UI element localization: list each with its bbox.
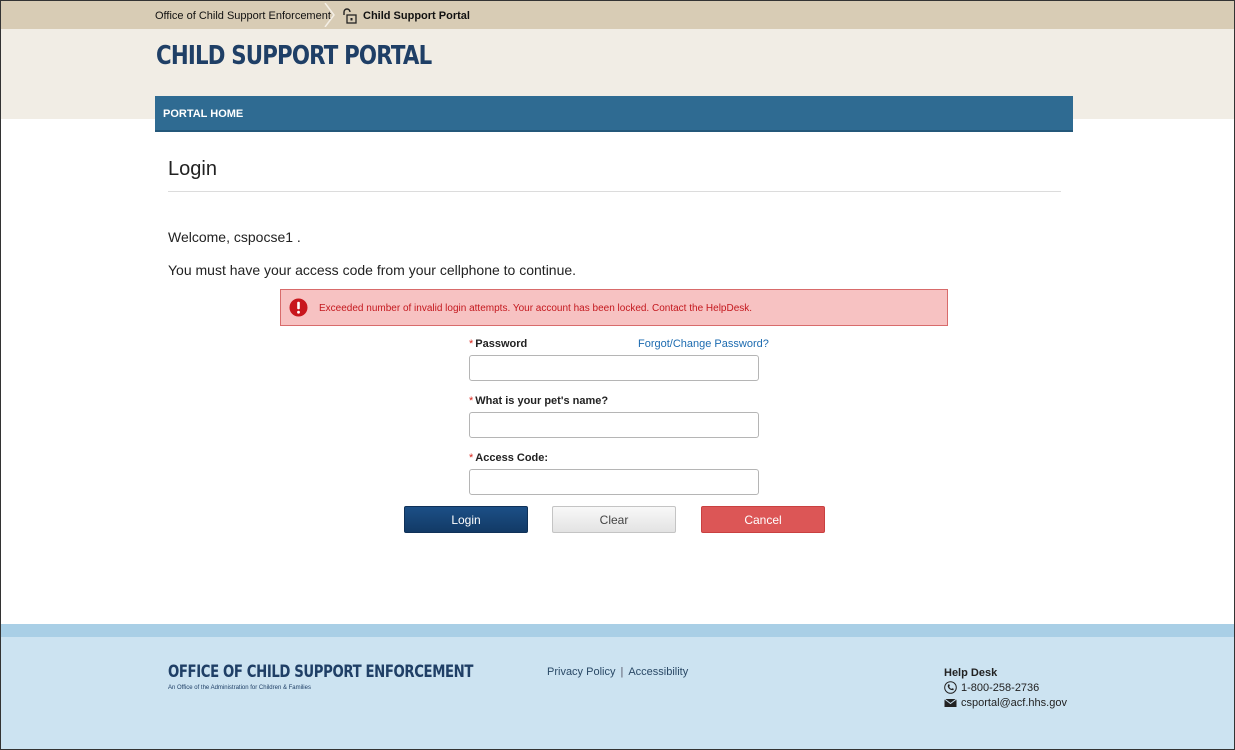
envelope-icon	[944, 698, 957, 707]
footer: OFFICE OF CHILD SUPPORT ENFORCEMENT An O…	[1, 637, 1234, 749]
access-code-label: * Access Code:	[469, 452, 548, 464]
login-button[interactable]: Login	[404, 506, 528, 533]
access-code-label-text: Access Code:	[475, 452, 549, 464]
help-desk-email-row: csportal@acf.hhs.gov	[944, 697, 1067, 709]
instruction-text: You must have your access code from your…	[168, 262, 577, 278]
help-desk-title: Help Desk	[944, 667, 998, 679]
breadcrumb-separator-icon	[324, 3, 335, 27]
breadcrumb-item-portal: Child Support Portal	[363, 10, 470, 22]
help-desk-email[interactable]: csportal@acf.hhs.gov	[961, 697, 1067, 709]
unlocked-lock-icon	[343, 8, 357, 24]
title-divider	[168, 191, 1061, 192]
help-desk-phone-row: 1-800-258-2736	[944, 681, 1039, 694]
clear-button[interactable]: Clear	[552, 506, 676, 533]
help-desk-phone: 1-800-258-2736	[961, 681, 1040, 694]
page-frame: Office of Child Support Enforcement Chil…	[0, 0, 1235, 750]
nav-portal-home[interactable]: PORTAL HOME	[163, 108, 243, 120]
site-title[interactable]: CHILD SUPPORT PORTAL	[156, 41, 432, 71]
required-marker: *	[469, 452, 474, 464]
required-marker: *	[469, 395, 474, 407]
error-alert: Exceeded number of invalid login attempt…	[280, 289, 948, 326]
privacy-policy-link[interactable]: Privacy Policy	[547, 666, 615, 678]
access-code-input[interactable]	[469, 469, 759, 495]
cancel-button[interactable]: Cancel	[701, 506, 825, 533]
accessibility-link[interactable]: Accessibility	[628, 666, 688, 678]
footer-accent-bar	[1, 624, 1234, 637]
security-question-label: * What is your pet's name?	[469, 395, 608, 407]
password-label-text: Password	[475, 338, 528, 350]
phone-icon	[944, 681, 957, 694]
footer-logo-subtitle: An Office of the Administration for Chil…	[168, 685, 311, 691]
security-answer-input[interactable]	[469, 412, 759, 438]
security-question-label-text: What is your pet's name?	[475, 395, 609, 407]
footer-ocse-logo[interactable]: OFFICE OF CHILD SUPPORT ENFORCEMENT	[168, 662, 473, 682]
password-label: * Password	[469, 338, 527, 350]
required-marker: *	[469, 338, 474, 350]
page-title: Login	[168, 158, 217, 180]
forgot-password-link[interactable]: Forgot/Change Password?	[638, 338, 769, 350]
breadcrumb: Office of Child Support Enforcement Chil…	[1, 1, 1234, 29]
error-alert-message: Exceeded number of invalid login attempt…	[319, 303, 753, 314]
welcome-message: Welcome, cspocse1 .	[168, 229, 301, 245]
footer-link-separator: |	[620, 666, 624, 678]
breadcrumb-item-ocse[interactable]: Office of Child Support Enforcement	[155, 10, 331, 22]
password-input[interactable]	[469, 355, 759, 381]
error-exclamation-icon	[289, 298, 308, 317]
footer-links: Privacy Policy | Accessibility	[547, 666, 688, 678]
main-navbar: PORTAL HOME	[155, 96, 1073, 132]
